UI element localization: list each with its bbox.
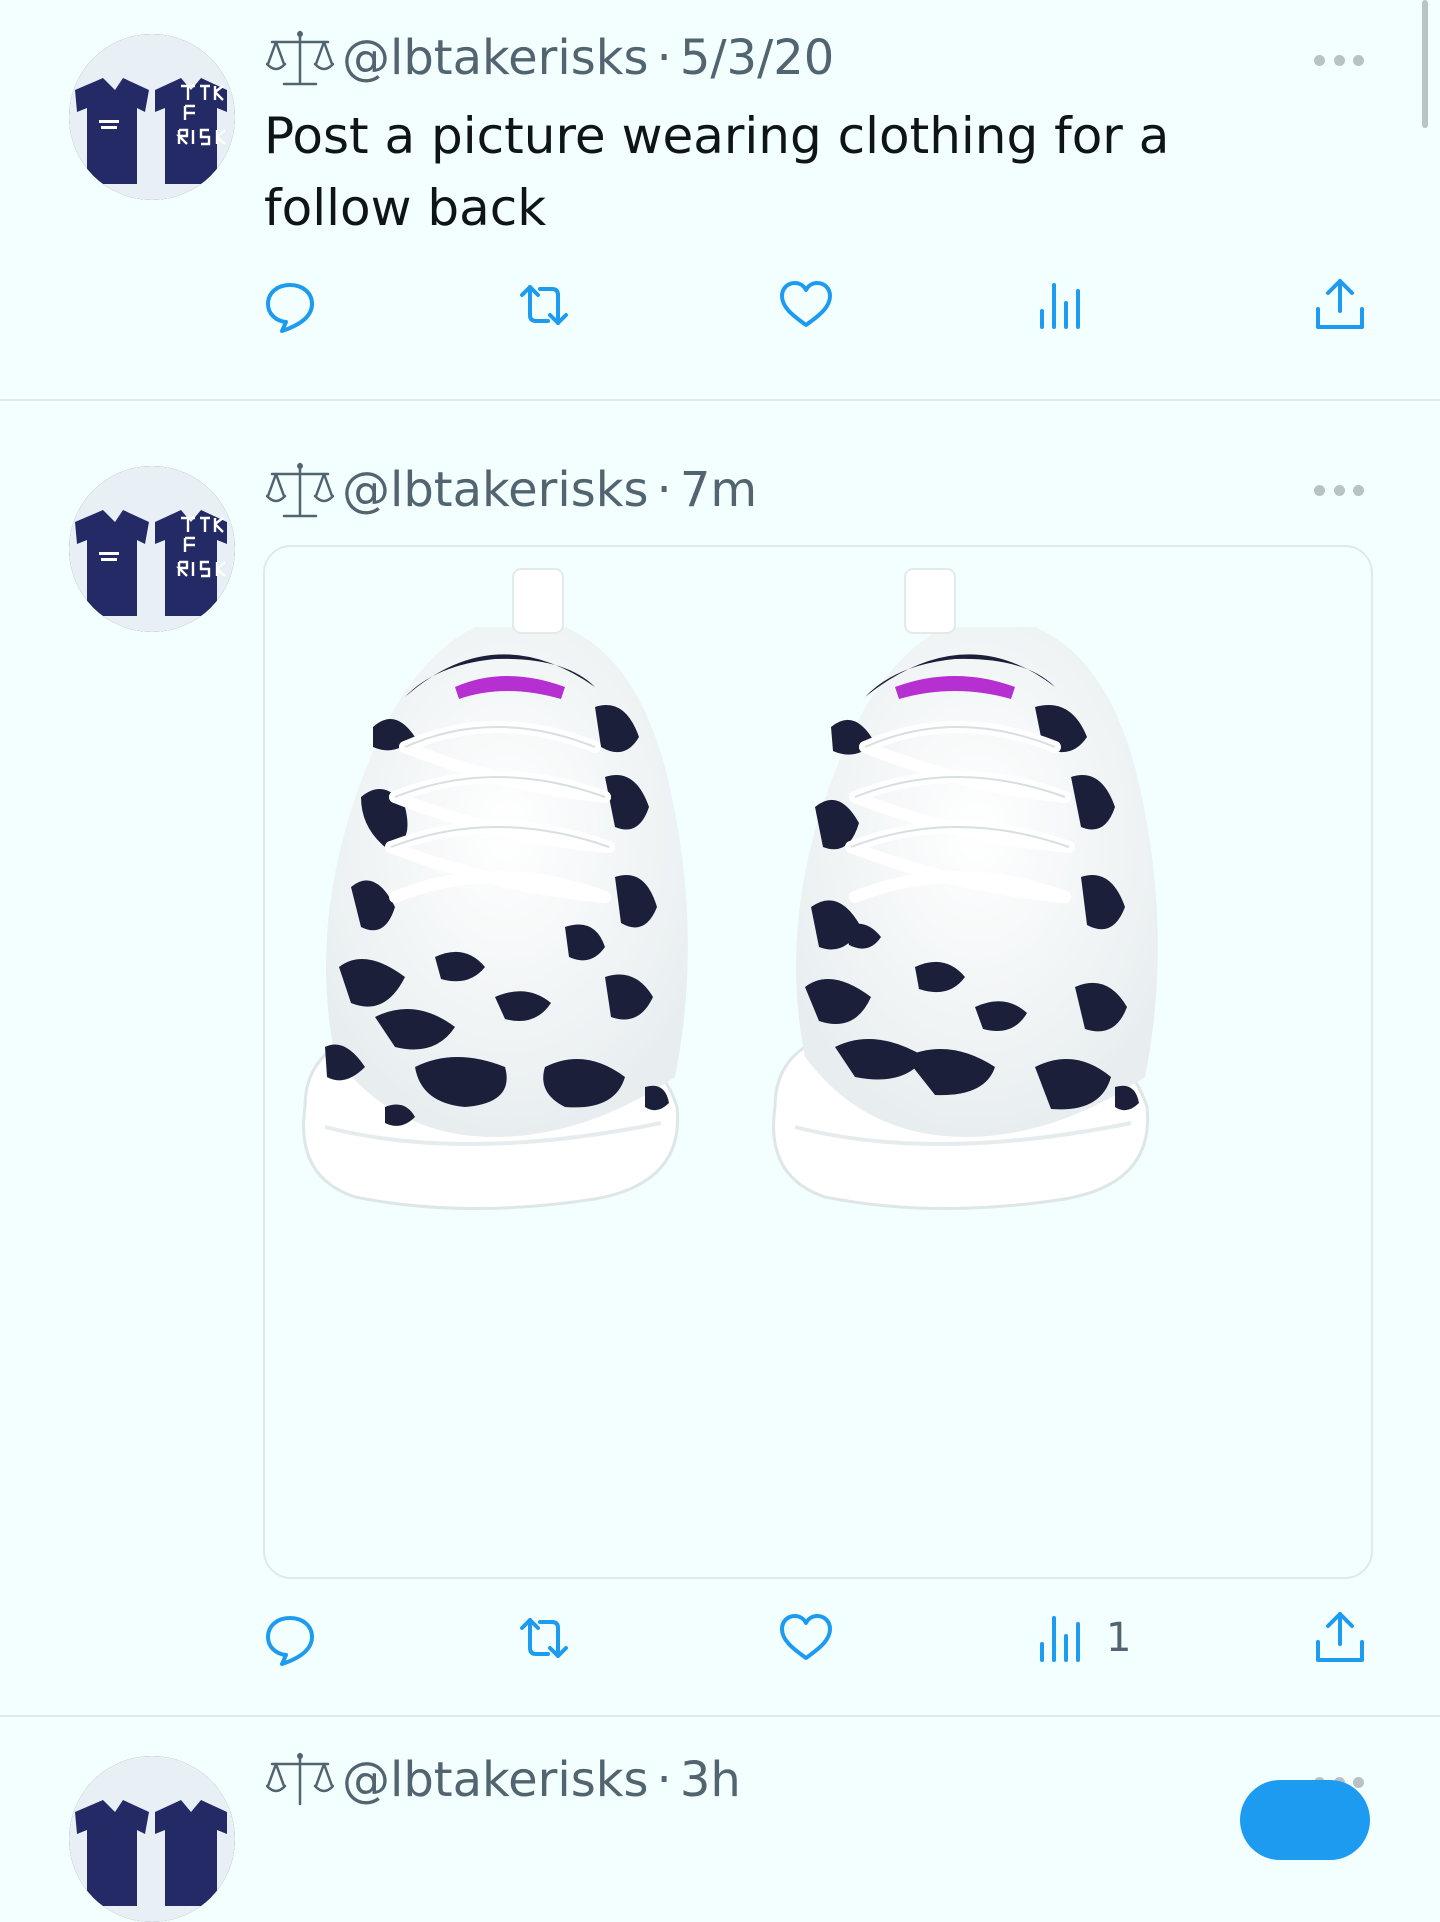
compose-tweet-button[interactable]: [1240, 1780, 1370, 1860]
views-icon: [1040, 1616, 1080, 1662]
username[interactable]: @lbtakerisks: [342, 462, 649, 518]
more-options-button[interactable]: [1314, 52, 1364, 68]
retweet-icon: [520, 1618, 568, 1658]
timestamp[interactable]: 3h: [680, 1752, 741, 1808]
share-icon: [1316, 1612, 1364, 1662]
separator: ·: [656, 30, 672, 86]
scales-icon: [266, 462, 334, 518]
retweet-button[interactable]: [516, 275, 572, 335]
retweet-icon: [520, 285, 568, 325]
share-button[interactable]: [1312, 275, 1368, 335]
avatar[interactable]: [69, 466, 235, 632]
sneakers-image: [302, 568, 1158, 1210]
reply-icon: [266, 1616, 314, 1666]
views-button[interactable]: 1: [1034, 1608, 1131, 1668]
tweet-text: Post a picture wearing clothing for a fo…: [264, 107, 1170, 237]
reply-button[interactable]: [262, 1608, 318, 1668]
reply-icon: [266, 283, 314, 333]
share-button[interactable]: [1312, 1608, 1368, 1668]
tweet-header: @lbtakerisks · 7m: [266, 460, 757, 520]
tweet-divider: [0, 1715, 1440, 1717]
avatar[interactable]: [69, 1756, 235, 1922]
share-icon: [1316, 279, 1364, 329]
username[interactable]: @lbtakerisks: [342, 1752, 649, 1808]
timestamp[interactable]: 7m: [680, 462, 757, 518]
scales-icon: [266, 1752, 334, 1806]
scales-icon: [266, 30, 334, 86]
reply-button[interactable]: [262, 275, 318, 335]
like-icon: [780, 281, 832, 327]
action-bar: [262, 275, 1374, 335]
views-icon: [1040, 283, 1080, 329]
tweet-header: @lbtakerisks · 3h: [266, 1750, 741, 1810]
like-button[interactable]: [778, 1608, 834, 1668]
right-sneaker: [772, 568, 1158, 1210]
tweet-media-image[interactable]: [263, 545, 1373, 1579]
more-options-button[interactable]: [1314, 482, 1364, 498]
separator: ·: [656, 1752, 672, 1808]
action-bar: 1: [262, 1608, 1374, 1668]
timestamp[interactable]: 5/3/20: [680, 30, 835, 86]
tweet-header: @lbtakerisks · 5/3/20: [266, 28, 834, 88]
views-button[interactable]: [1034, 275, 1106, 335]
retweet-button[interactable]: [516, 1608, 572, 1668]
views-count: 1: [1106, 1615, 1132, 1661]
tweet-divider: [0, 399, 1440, 401]
scrollbar[interactable]: [1422, 0, 1428, 128]
left-sneaker: [302, 568, 688, 1210]
like-button[interactable]: [778, 275, 834, 335]
avatar[interactable]: [69, 34, 235, 200]
username[interactable]: @lbtakerisks: [342, 30, 649, 86]
like-icon: [780, 1614, 832, 1660]
separator: ·: [656, 462, 672, 518]
